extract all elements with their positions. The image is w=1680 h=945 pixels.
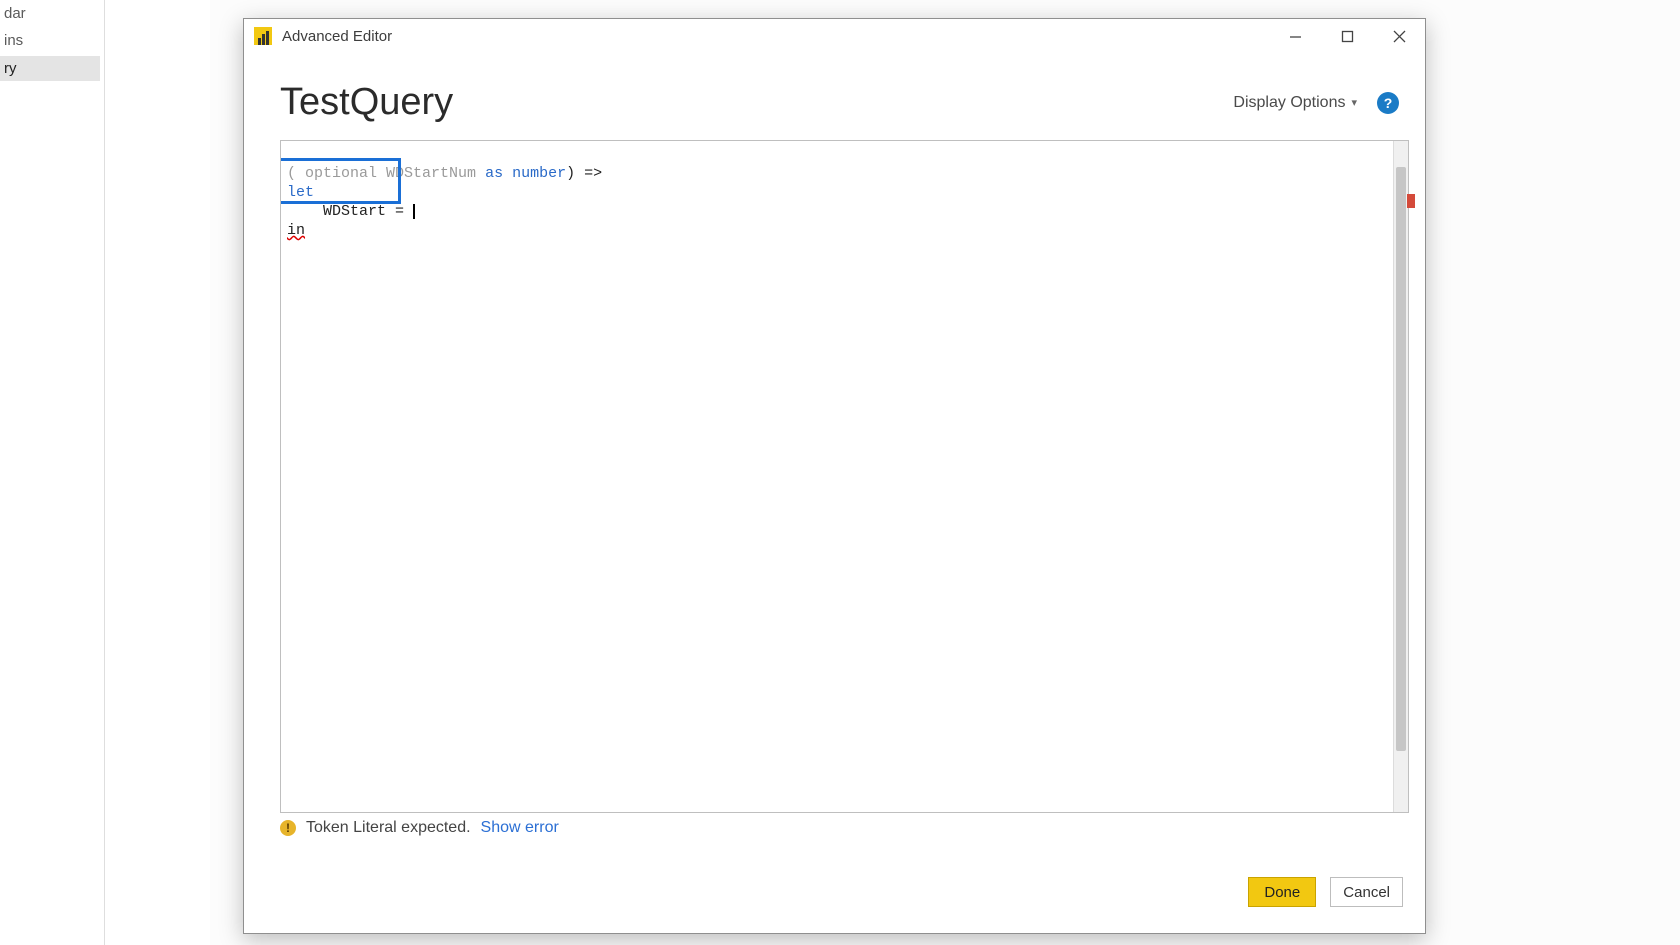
query-list-item-selected[interactable]: ry [0,56,100,81]
header-row: TestQuery Display Options ▾ ? [244,53,1425,140]
code-token: ( [287,165,305,182]
warning-icon: ! [280,820,296,836]
chevron-down-icon: ▾ [1351,96,1357,109]
query-list-item[interactable]: ins [0,28,100,53]
advanced-editor-window: Advanced Editor TestQuery Display Option… [243,18,1426,934]
titlebar: Advanced Editor [244,19,1425,53]
done-button[interactable]: Done [1248,877,1316,907]
query-list-item[interactable]: dar [0,1,100,26]
panel-divider [104,0,105,945]
code-keyword: as [485,165,503,182]
code-keyword: let [287,184,314,201]
cancel-button[interactable]: Cancel [1330,877,1403,907]
code-ident: WDStart [323,203,386,220]
code-token: = [386,203,413,220]
scrollbar-thumb[interactable] [1396,167,1406,751]
minimize-button[interactable] [1269,19,1321,53]
close-button[interactable] [1373,19,1425,53]
display-options-label: Display Options [1233,94,1345,112]
display-options-dropdown[interactable]: Display Options ▾ [1233,94,1357,112]
code-editor[interactable]: ( optional WDStartNum as number) => let … [280,140,1409,813]
code-keyword: optional [305,165,377,182]
status-message: Token Literal expected. [306,819,471,837]
app-icon [254,27,272,45]
footer-buttons: Done Cancel [244,841,1425,933]
text-caret [413,204,415,219]
scrollbar-vertical[interactable] [1393,141,1408,812]
code-error-token: in [287,222,305,239]
code-type: number [503,165,566,182]
code-content[interactable]: ( optional WDStartNum as number) => let … [281,141,1393,812]
queries-panel-bg [0,0,210,945]
code-indent [287,203,323,220]
window-controls [1269,19,1425,53]
window-title: Advanced Editor [282,28,392,45]
query-title[interactable]: TestQuery [280,81,1233,124]
help-icon[interactable]: ? [1377,92,1399,114]
maximize-button[interactable] [1321,19,1373,53]
scrollbar-error-marker[interactable] [1407,194,1415,208]
code-token: ) => [566,165,602,182]
status-bar: ! Token Literal expected. Show error [244,813,1425,841]
show-error-link[interactable]: Show error [481,819,559,837]
code-ident: WDStartNum [377,165,485,182]
